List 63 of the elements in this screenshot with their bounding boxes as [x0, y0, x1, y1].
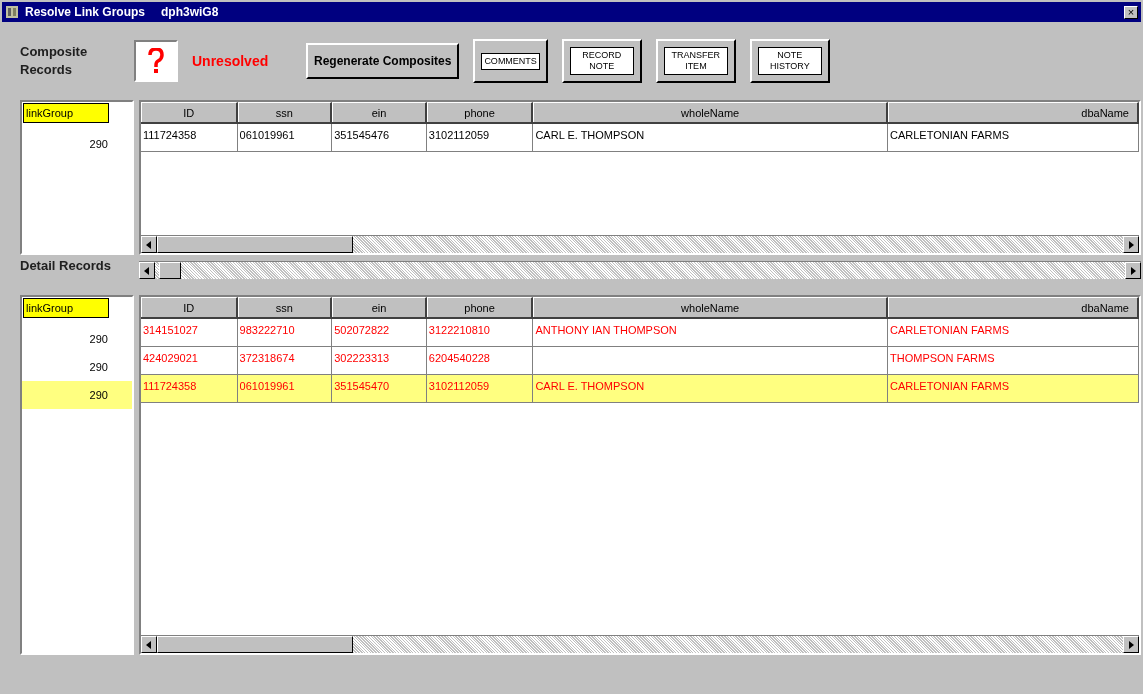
horizontal-scrollbar[interactable]	[138, 261, 1141, 279]
table-cell: 061019961	[237, 124, 333, 151]
column-header: linkGroup	[23, 103, 109, 123]
left-arrow-icon	[146, 640, 152, 649]
table-cell: THOMPSON FARMS	[888, 347, 1139, 374]
column-header[interactable]: wholeName	[533, 297, 888, 317]
toolbar-button[interactable]: COMMENTS	[473, 39, 548, 83]
horizontal-scrollbar[interactable]	[140, 235, 1139, 253]
regenerate-button[interactable]: Regenerate Composites	[306, 43, 460, 79]
question-icon	[148, 48, 164, 74]
table-cell: ANTHONY IAN THOMPSON	[533, 319, 888, 346]
horizontal-scrollbar[interactable]	[140, 635, 1139, 653]
right-arrow-icon	[1128, 640, 1134, 649]
table-cell: 3102112059	[426, 124, 534, 151]
column-header[interactable]: ein	[332, 297, 427, 317]
link-group-cell[interactable]: 290	[22, 381, 132, 409]
scrollbar-thumb[interactable]	[156, 236, 353, 253]
column-header[interactable]: phone	[426, 102, 534, 122]
close-button[interactable]: ×	[1124, 5, 1138, 19]
table-cell: CARLETONIAN FARMS	[888, 124, 1139, 151]
table-cell: 111724358	[140, 124, 238, 151]
column-header[interactable]: ssn	[237, 102, 333, 122]
scrollbar-thumb[interactable]	[158, 262, 181, 279]
table-cell: 111724358	[140, 375, 238, 402]
right-arrow-icon	[1128, 240, 1134, 249]
table-cell: CARLETONIAN FARMS	[888, 375, 1139, 402]
column-header: linkGroup	[23, 298, 109, 318]
table-cell: 424029021	[140, 347, 238, 374]
toolbar-button[interactable]: RECORD NOTE	[561, 39, 642, 83]
column-header[interactable]: ssn	[237, 297, 333, 317]
right-arrow-icon	[1130, 266, 1136, 275]
table-cell: 6204540228	[426, 347, 534, 374]
table-cell: 314151027	[140, 319, 238, 346]
table-cell: 351545476	[332, 124, 427, 151]
status-label: Unresolved	[192, 51, 270, 71]
app-icon	[5, 5, 19, 19]
window-title: Resolve Link Groups	[25, 4, 146, 21]
table-cell: 061019961	[237, 375, 333, 402]
table-cell: 351545470	[332, 375, 427, 402]
table-cell: 3122210810	[426, 319, 534, 346]
left-arrow-icon	[146, 240, 152, 249]
table-cell: CARL E. THOMPSON	[533, 375, 888, 402]
left-arrow-icon	[144, 266, 150, 275]
table-cell: 983222710	[237, 319, 333, 346]
column-header[interactable]: dbaName	[887, 102, 1139, 122]
toolbar-button[interactable]: NOTE HISTORY	[749, 39, 830, 83]
column-header[interactable]: wholeName	[533, 102, 888, 122]
window-subtitle: dph3wiG8	[161, 4, 219, 21]
section-label: Composite Records	[20, 43, 89, 79]
scrollbar-thumb[interactable]	[156, 636, 353, 653]
column-header[interactable]: ID	[140, 297, 238, 317]
column-header[interactable]: ein	[332, 102, 427, 122]
table-cell: 3102112059	[426, 375, 534, 402]
table-cell: 372318674	[237, 347, 333, 374]
toolbar-button[interactable]: TRANSFER ITEM	[655, 39, 736, 83]
column-header[interactable]: dbaName	[887, 297, 1139, 317]
column-header[interactable]: phone	[426, 297, 534, 317]
table-cell: CARLETONIAN FARMS	[888, 319, 1139, 346]
section-label: Detail Records	[20, 257, 113, 275]
table-cell: CARL E. THOMPSON	[533, 124, 888, 151]
column-header[interactable]: ID	[140, 102, 238, 122]
table-cell: 502072822	[332, 319, 427, 346]
table-cell: 302223313	[332, 347, 427, 374]
